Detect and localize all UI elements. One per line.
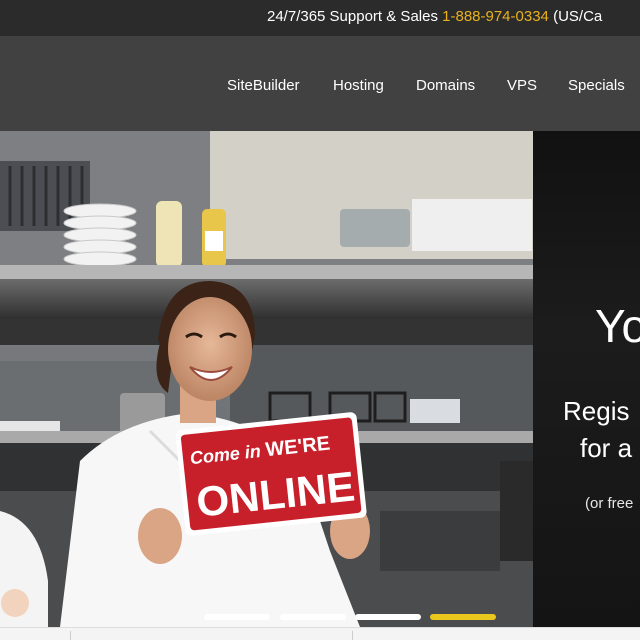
- hero-subline-2: for a: [580, 433, 633, 463]
- nav-item-domains[interactable]: Domains: [416, 77, 475, 94]
- hero-headline: Yo: [595, 300, 640, 352]
- hero-banner: Come in WE'RE ONLINE Yo Regis for a (or …: [0, 131, 640, 627]
- slider-dot-2[interactable]: [280, 614, 346, 620]
- hero-text-panel: [533, 131, 640, 627]
- region-text: (US/Ca: [553, 8, 603, 25]
- nav-item-sitebuilder[interactable]: SiteBuilder: [227, 77, 300, 94]
- hero-subline-3: (or free: [585, 495, 634, 512]
- phone-link[interactable]: 1-888-974-0334: [442, 8, 549, 25]
- support-info: 24/7/365 Support & Sales 1-888-974-0334 …: [267, 8, 602, 25]
- hero-subline-1: Regis: [563, 396, 630, 426]
- support-text: 24/7/365 Support & Sales: [267, 8, 438, 25]
- nav-item-vps[interactable]: VPS: [507, 77, 537, 94]
- bottom-strip: [0, 627, 640, 640]
- divider: [352, 631, 353, 640]
- slider-indicators: [0, 614, 640, 624]
- slider-dot-3[interactable]: [355, 614, 421, 620]
- support-bar: 24/7/365 Support & Sales 1-888-974-0334 …: [0, 0, 640, 36]
- divider: [70, 631, 71, 640]
- nav-item-hosting[interactable]: Hosting: [333, 77, 384, 94]
- nav-item-specials[interactable]: Specials: [568, 77, 625, 94]
- main-navbar: SiteBuilder Hosting Domains VPS Specials: [0, 36, 640, 131]
- slider-dot-4[interactable]: [430, 614, 496, 620]
- hero-photo-chef-kitchen: Come in WE'RE ONLINE: [0, 131, 533, 627]
- slider-dot-1[interactable]: [204, 614, 270, 620]
